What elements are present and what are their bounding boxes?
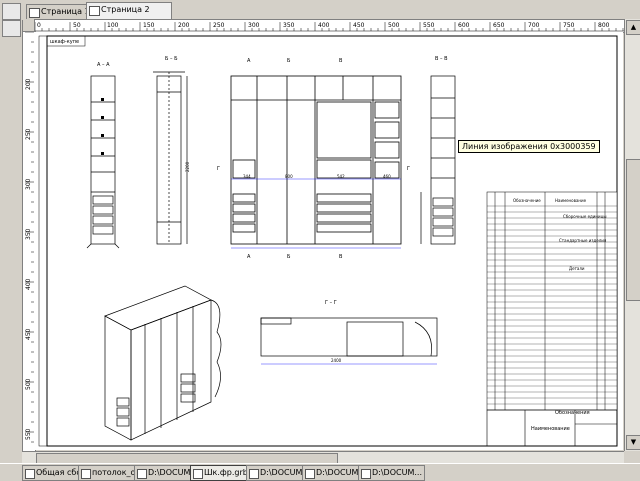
ruler-label: 200 bbox=[25, 78, 32, 90]
document-icon bbox=[81, 469, 91, 479]
left-toolbar bbox=[0, 0, 23, 480]
document-icon bbox=[361, 469, 371, 479]
ruler-label: 300 bbox=[25, 178, 32, 190]
tab-label: Страница 1 bbox=[41, 7, 90, 16]
ruler-label: 250 bbox=[213, 22, 225, 29]
mark-v-top: В bbox=[339, 58, 343, 64]
mark-a-bottom: А bbox=[247, 254, 251, 260]
ruler-label: 200 bbox=[178, 22, 190, 29]
specification-table[interactable] bbox=[486, 191, 618, 411]
ruler-label: 100 bbox=[107, 22, 119, 29]
ruler-label: 400 bbox=[318, 22, 330, 29]
section-a-hatch bbox=[101, 98, 104, 155]
ruler-label: 350 bbox=[25, 228, 32, 240]
dim-width-4: 460 bbox=[383, 174, 391, 179]
scroll-down-icon[interactable]: ▼ bbox=[626, 435, 640, 450]
section-label-b: Б – Б bbox=[165, 56, 178, 62]
front-view[interactable] bbox=[230, 75, 402, 245]
section-v-view[interactable] bbox=[420, 75, 456, 245]
ruler-label: 450 bbox=[25, 328, 32, 340]
spec-title: Наименование bbox=[555, 198, 587, 203]
page-tabs: Страница 1 Страница 2 bbox=[22, 0, 640, 20]
ruler-label: 400 bbox=[25, 278, 32, 290]
ruler-label: 550 bbox=[25, 428, 32, 440]
page-icon bbox=[29, 8, 40, 18]
ruler-label: 700 bbox=[528, 22, 540, 29]
ruler-label: 750 bbox=[563, 22, 575, 29]
tab-page-2[interactable]: Страница 2 bbox=[86, 2, 172, 19]
mark-a-top: А bbox=[247, 58, 251, 64]
ruler-label: 350 bbox=[283, 22, 295, 29]
task-button-7[interactable]: D:\DOCUM... bbox=[358, 465, 425, 481]
document-icon bbox=[249, 469, 259, 479]
ruler-label: 300 bbox=[248, 22, 260, 29]
vertical-scroll-thumb[interactable] bbox=[626, 159, 640, 301]
layers-icon[interactable] bbox=[2, 20, 21, 37]
mark-g-right: Г bbox=[407, 166, 410, 172]
document-icon bbox=[25, 469, 35, 479]
ruler-label: 600 bbox=[458, 22, 470, 29]
section-label-a: А – А bbox=[97, 62, 110, 68]
front-dims bbox=[231, 178, 401, 249]
hover-tooltip: Линия изображения 0x3000359 bbox=[458, 140, 600, 153]
mark-v-bottom: В bbox=[339, 254, 343, 260]
ruler-label: 500 bbox=[25, 378, 32, 390]
ruler-label: 50 bbox=[73, 22, 81, 29]
page-icon bbox=[89, 6, 100, 16]
vertical-scrollbar[interactable]: ▲ ▼ bbox=[624, 19, 640, 451]
dim-width-2: 800 bbox=[285, 174, 293, 179]
spec-group-assembly: Сборочные единицы bbox=[563, 214, 606, 219]
document-icon bbox=[305, 469, 315, 479]
drawing-sheet[interactable]: шкаф-купе А – А Б – Б 2200 344 800 542 4… bbox=[35, 32, 623, 450]
app-icon[interactable] bbox=[2, 3, 21, 20]
ruler-label: 550 bbox=[423, 22, 435, 29]
ruler-label: 0 bbox=[37, 22, 41, 29]
ruler-top-scale: 0 50 100 150 200 250 300 350 400 450 500… bbox=[35, 22, 625, 32]
ruler-label: 500 bbox=[388, 22, 400, 29]
dim-g-total: 2400 bbox=[331, 358, 342, 363]
tab-label: Страница 2 bbox=[101, 5, 150, 14]
taskbar: Общая сбо... потолок_о... D:\DOCUM... Шк… bbox=[0, 463, 640, 481]
sheet-margin bbox=[38, 35, 48, 447]
document-icon bbox=[193, 469, 203, 479]
ruler-top: 0 50 100 150 200 250 300 350 400 450 500… bbox=[34, 19, 626, 33]
isometric-view[interactable] bbox=[104, 285, 222, 441]
ruler-label: 800 bbox=[598, 22, 610, 29]
drawing-canvas[interactable]: шкаф-купе А – А Б – Б 2200 344 800 542 4… bbox=[35, 32, 623, 450]
ruler-label: 250 bbox=[25, 128, 32, 140]
ruler-left-scale: 200 250 300 350 400 450 500 550 bbox=[25, 32, 34, 443]
title-block-name: Наименование bbox=[531, 426, 570, 432]
mark-b-bottom: Б bbox=[287, 254, 291, 260]
mark-g-left: Г bbox=[217, 166, 220, 172]
section-g-view[interactable] bbox=[260, 317, 438, 365]
notes-label: Обозначения bbox=[555, 410, 590, 416]
mark-b-top: Б bbox=[287, 58, 291, 64]
section-a-view[interactable] bbox=[86, 75, 120, 249]
section-label-v: В – В bbox=[435, 56, 448, 62]
section-label-g: Г – Г bbox=[325, 300, 337, 306]
dim-width-1: 344 bbox=[243, 174, 251, 179]
stamp-label: шкаф-купе bbox=[50, 39, 79, 45]
ruler-label: 450 bbox=[353, 22, 365, 29]
dim-height-b: 2200 bbox=[185, 161, 190, 172]
ruler-label: 150 bbox=[143, 22, 155, 29]
section-b-view[interactable] bbox=[153, 71, 188, 245]
task-label: D:\DOCUM... bbox=[372, 468, 422, 477]
scroll-up-icon[interactable]: ▲ bbox=[626, 20, 640, 35]
spec-group-standard: Стандартные изделия bbox=[559, 238, 607, 243]
dim-width-3: 542 bbox=[337, 174, 345, 179]
task-label: Шк.фр.grb bbox=[204, 468, 248, 477]
document-icon bbox=[137, 469, 147, 479]
ruler-label: 650 bbox=[493, 22, 505, 29]
spec-group-parts: Детали bbox=[569, 266, 585, 271]
spec-heading: Обозначение bbox=[513, 198, 541, 203]
ruler-left: 200 250 300 350 400 450 500 550 bbox=[22, 31, 36, 453]
